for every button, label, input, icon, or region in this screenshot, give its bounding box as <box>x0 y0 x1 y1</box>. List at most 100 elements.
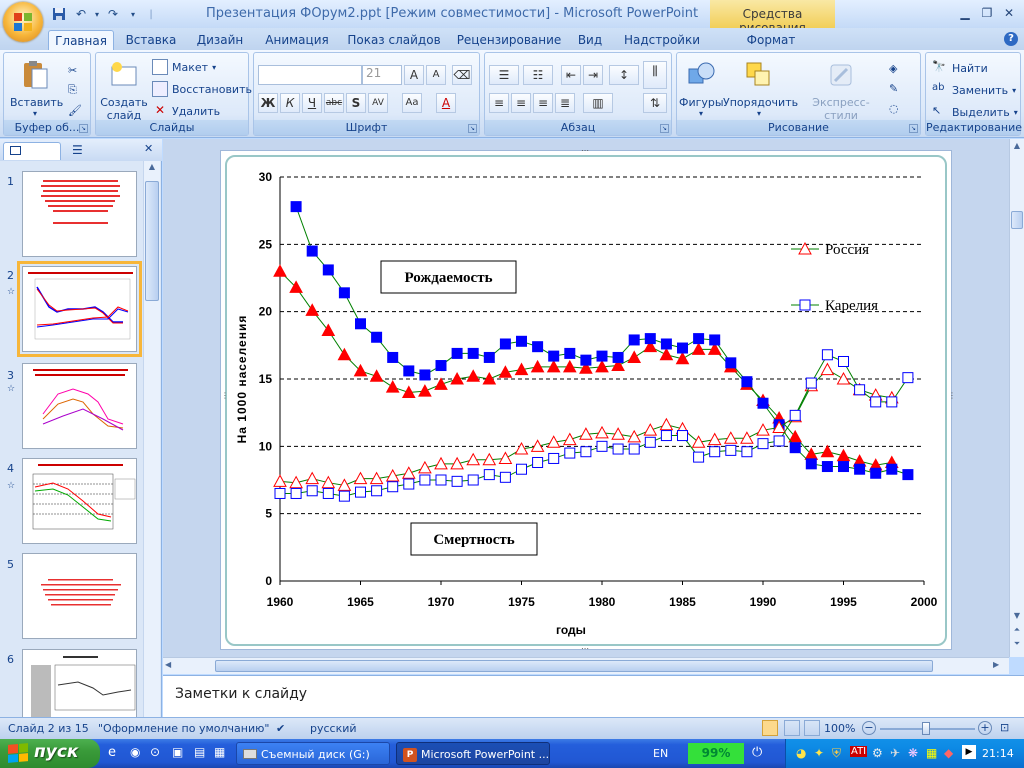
tray-icon[interactable]: ◕ <box>796 746 806 760</box>
redo-icon[interactable]: ↷ <box>104 5 122 23</box>
theme-name[interactable]: "Оформление по умолчанию" <box>98 722 269 735</box>
scroll-right-icon[interactable]: ▶ <box>993 660 1005 672</box>
clear-format-icon[interactable]: ⌫ <box>452 65 472 85</box>
slide-thumb-6[interactable] <box>22 649 137 717</box>
replace-button[interactable]: ab Заменить ▾ <box>932 81 1016 99</box>
decrease-indent-icon[interactable]: ⇤ <box>561 65 581 85</box>
resize-handle[interactable]: ⋮ <box>221 391 229 400</box>
slide-thumb-3[interactable] <box>22 363 137 449</box>
italic-icon[interactable]: К <box>280 93 300 113</box>
copy-icon[interactable]: ⎘ <box>68 81 77 99</box>
tray-icon[interactable]: ✈ <box>890 746 900 760</box>
resize-handle[interactable]: ⋯ <box>581 644 589 653</box>
tray-icon[interactable]: ▦ <box>926 746 937 760</box>
slides-pane-scrollbar[interactable]: ▲ <box>143 161 160 717</box>
slide-thumb-5[interactable] <box>22 553 137 639</box>
tab-review[interactable]: Рецензирование <box>454 30 564 50</box>
scroll-down-icon[interactable]: ▼ <box>1011 611 1023 623</box>
delete-slide-button[interactable]: ✕ Удалить <box>152 102 220 120</box>
bold-icon[interactable]: Ж <box>258 93 278 113</box>
zoom-level[interactable]: 100% <box>824 722 855 735</box>
shield-icon[interactable]: ⛨ <box>832 746 841 761</box>
align-center-icon[interactable]: ≡ <box>511 93 531 113</box>
normal-view-icon[interactable] <box>762 720 778 736</box>
app-icon[interactable]: ▤ <box>194 745 205 759</box>
chart-frame[interactable]: 0 5 10 15 20 25 30 1960 1965 1970 1975 1980 1985 1990… <box>225 155 947 646</box>
numbering-icon[interactable]: ☷ <box>523 65 553 85</box>
tab-design[interactable]: Дизайн <box>192 30 248 50</box>
change-case-icon[interactable]: Aa <box>402 93 422 113</box>
shapes-button[interactable]: Фигуры ▾ <box>679 59 724 118</box>
scroll-thumb[interactable] <box>145 181 159 301</box>
app-icon[interactable]: ▣ <box>172 745 183 759</box>
arrange-button[interactable]: Упорядочить ▾ <box>723 59 798 118</box>
tab-slides[interactable] <box>3 142 61 160</box>
task-powerpoint[interactable]: P Microsoft PowerPoint ... <box>396 742 550 765</box>
spellcheck-icon[interactable]: ✔ <box>276 722 285 735</box>
tab-outline[interactable]: ☰ <box>64 142 104 160</box>
fit-slide-icon[interactable]: ⊡ <box>1000 721 1009 734</box>
language-indicator[interactable]: EN <box>653 747 668 760</box>
strikethrough-icon[interactable]: abc <box>324 93 344 113</box>
battery-meter[interactable]: 99% <box>688 743 744 764</box>
spacing-icon[interactable]: AV <box>368 93 388 113</box>
justify-icon[interactable]: ≣ <box>555 93 575 113</box>
shrink-font-icon[interactable]: A <box>426 65 446 85</box>
tab-format[interactable]: Формат <box>738 30 804 50</box>
media-icon[interactable]: ◉ <box>130 745 140 759</box>
scroll-up-icon[interactable]: ▲ <box>1011 141 1023 153</box>
cut-icon[interactable]: ✂ <box>68 61 77 79</box>
paste-button[interactable]: Вставить ▾ <box>10 59 63 118</box>
next-slide-icon[interactable]: ⏷ <box>1011 639 1023 651</box>
zoom-out-icon[interactable]: − <box>862 721 876 735</box>
app-icon[interactable]: ⊙ <box>150 745 160 759</box>
find-button[interactable]: 🔭 Найти <box>932 59 988 77</box>
app-icon[interactable]: ▦ <box>214 745 225 759</box>
grow-font-icon[interactable]: A <box>404 65 424 85</box>
layout-button[interactable]: Макет ▾ <box>152 58 216 76</box>
format-painter-icon[interactable]: 🖌 <box>68 101 82 119</box>
scroll-thumb[interactable] <box>215 660 933 672</box>
horizontal-scrollbar[interactable]: ◀ ▶ <box>163 657 1009 674</box>
close-pane-icon[interactable]: ✕ <box>144 142 153 155</box>
tab-insert[interactable]: Вставка <box>122 30 180 50</box>
increase-indent-icon[interactable]: ⇥ <box>583 65 603 85</box>
columns-dropdown-icon[interactable]: ▥ <box>583 93 613 113</box>
tab-slideshow[interactable]: Показ слайдов <box>346 30 442 50</box>
shadow-icon[interactable]: S <box>346 93 366 113</box>
notes-pane[interactable]: Заметки к слайду <box>163 675 1024 717</box>
tab-addins[interactable]: Надстройки <box>622 30 702 50</box>
line-spacing-icon[interactable]: ↕ <box>609 65 639 85</box>
dialog-launcher-icon[interactable]: ↘ <box>909 124 918 133</box>
save-icon[interactable] <box>50 5 68 23</box>
slide-thumb-2[interactable] <box>17 261 142 357</box>
close-button[interactable]: ✕ <box>998 4 1020 22</box>
tab-view[interactable]: Вид <box>575 30 605 50</box>
ie-icon[interactable]: e <box>108 745 116 760</box>
help-icon[interactable]: ? <box>1004 32 1018 46</box>
font-name-field[interactable] <box>258 65 362 85</box>
font-color-icon[interactable]: A <box>436 93 456 113</box>
select-button[interactable]: ↖ Выделить ▾ <box>932 103 1018 121</box>
tray-icon[interactable]: ⚙ <box>872 746 883 760</box>
ati-icon[interactable]: ATI <box>850 746 868 757</box>
tray-icon[interactable]: ◆ <box>944 746 953 760</box>
play-icon[interactable]: ▶ <box>962 745 976 759</box>
slide-thumb-4[interactable] <box>22 458 137 544</box>
slide-sorter-icon[interactable] <box>784 720 800 736</box>
dialog-launcher-icon[interactable]: ↘ <box>468 124 477 133</box>
task-removable-disk[interactable]: Съемный диск (G:) <box>236 742 390 765</box>
zoom-in-icon[interactable]: + <box>978 721 992 735</box>
office-button[interactable] <box>3 2 43 42</box>
reset-button[interactable]: Восстановить <box>152 80 252 98</box>
dialog-launcher-icon[interactable]: ↘ <box>660 124 669 133</box>
prev-slide-icon[interactable]: ⏶ <box>1011 625 1023 637</box>
align-right-icon[interactable]: ≡ <box>533 93 553 113</box>
start-button[interactable]: пуск <box>0 739 100 768</box>
zoom-slider-thumb[interactable] <box>922 722 930 735</box>
language-indicator[interactable]: русский <box>310 722 357 735</box>
slideshow-view-icon[interactable] <box>804 720 820 736</box>
underline-icon[interactable]: Ч <box>302 93 322 113</box>
columns-icon[interactable]: ⫼ <box>643 61 667 89</box>
resize-handle[interactable]: ⋮ <box>948 391 956 400</box>
